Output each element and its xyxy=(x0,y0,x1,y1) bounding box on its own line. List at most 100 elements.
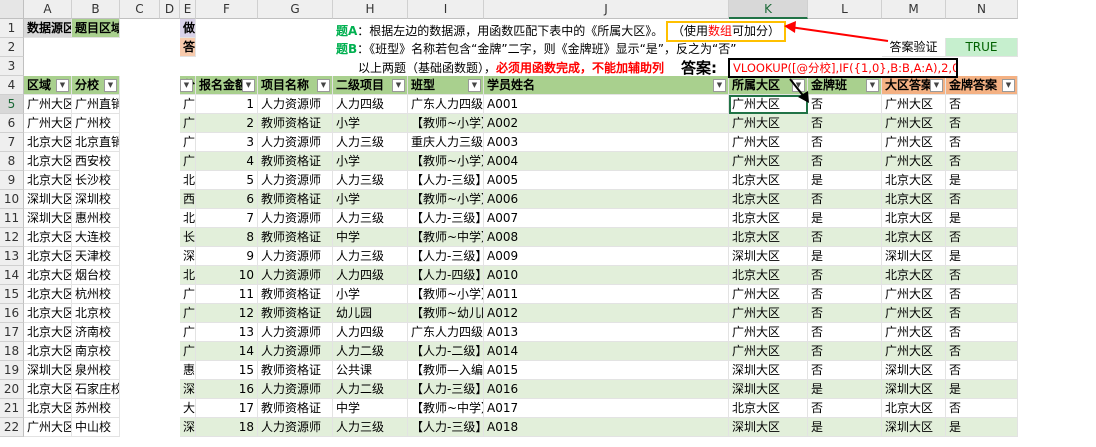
table-cell[interactable]: 广州大区 xyxy=(882,342,946,361)
left-cell[interactable]: 长沙校 xyxy=(72,171,120,190)
row-header-15[interactable]: 15 xyxy=(0,285,24,304)
table-cell[interactable]: 北京直销 xyxy=(180,209,196,228)
table-cell[interactable]: 否 xyxy=(808,133,882,152)
table-cell[interactable]: 【教师~中学】名师点睛协议班 xyxy=(408,228,484,247)
table-cell[interactable]: 广州大区 xyxy=(882,152,946,171)
left-cell[interactable]: 北京大区 xyxy=(24,380,72,399)
table-cell[interactable]: A012 xyxy=(484,304,729,323)
table-cell[interactable]: A011 xyxy=(484,285,729,304)
left-cell[interactable]: 北京大区 xyxy=(24,171,72,190)
table-cell[interactable]: 人力三级 xyxy=(333,247,408,266)
table-cell[interactable]: 人力三级 xyxy=(333,209,408,228)
row-header-8[interactable]: 8 xyxy=(0,152,24,171)
column-header-I[interactable]: I xyxy=(408,0,484,19)
table-cell[interactable]: 人力三级 xyxy=(333,171,408,190)
column-header-B[interactable]: B xyxy=(72,0,120,19)
source-area-label[interactable]: 数据源区域 xyxy=(24,19,72,38)
table-cell[interactable]: 否 xyxy=(946,304,1018,323)
left-cell[interactable]: 北京大区 xyxy=(24,266,72,285)
table-cell[interactable]: 深圳大区 xyxy=(882,247,946,266)
table-cell[interactable]: 北京大区 xyxy=(729,171,808,190)
table-cell[interactable]: 15 xyxy=(196,361,258,380)
table-cell[interactable]: 小学 xyxy=(333,114,408,133)
table-cell[interactable]: 广州大区 xyxy=(882,323,946,342)
table-cell[interactable]: 北京大区 xyxy=(882,209,946,228)
table-cell[interactable]: 人力资源师 xyxy=(258,95,333,114)
table-cell[interactable]: 人力资源师 xyxy=(258,247,333,266)
left-cell[interactable]: 广州直销 xyxy=(72,95,120,114)
table-cell[interactable]: 广州直销 xyxy=(180,152,196,171)
table-cell[interactable]: 否 xyxy=(808,342,882,361)
table-cell[interactable]: 7 xyxy=(196,209,258,228)
column-header-L[interactable]: L xyxy=(808,0,882,19)
table-cell[interactable]: 人力资源师 xyxy=(258,171,333,190)
table-cell[interactable]: 11 xyxy=(196,285,258,304)
table-cell[interactable]: 5 xyxy=(196,171,258,190)
main-header-4[interactable]: 班型 ▼ xyxy=(408,76,484,95)
table-cell[interactable]: 【教师~小学】名师点睛协议班 xyxy=(408,152,484,171)
main-header-7[interactable]: 金牌班 ▼ xyxy=(808,76,882,95)
row-header-16[interactable]: 16 xyxy=(0,304,24,323)
table-cell[interactable]: 18 xyxy=(196,418,258,437)
left-cell[interactable]: 西安校 xyxy=(72,152,120,171)
table-cell[interactable]: 【教师~小学】内部协议班 xyxy=(408,285,484,304)
table-cell[interactable]: 小学 xyxy=(333,285,408,304)
left-cell[interactable]: 惠州校 xyxy=(72,209,120,228)
left-cell[interactable]: 北京大区 xyxy=(24,152,72,171)
left-cell[interactable]: 北京大区 xyxy=(24,285,72,304)
table-cell[interactable]: 1 xyxy=(196,95,258,114)
table-cell[interactable]: 北京大区 xyxy=(729,399,808,418)
row-header-4[interactable]: 4 xyxy=(0,76,24,95)
table-cell[interactable]: 广州直销 xyxy=(180,323,196,342)
column-header-E[interactable]: E xyxy=(180,0,196,19)
table-cell[interactable]: 深圳大区 xyxy=(729,361,808,380)
left-cell[interactable]: 大连校 xyxy=(72,228,120,247)
left-header-0[interactable]: 区域 ▼ xyxy=(24,76,72,95)
table-cell[interactable]: 【人力-三级】金牌取证班（16051） xyxy=(408,418,484,437)
left-cell[interactable]: 天津校 xyxy=(72,247,120,266)
table-cell[interactable]: A016 xyxy=(484,380,729,399)
table-cell[interactable]: 是 xyxy=(808,171,882,190)
table-cell[interactable]: 否 xyxy=(808,95,882,114)
left-cell[interactable]: 泉州校 xyxy=(72,361,120,380)
table-cell[interactable]: 大连校 xyxy=(180,399,196,418)
column-header-J[interactable]: J xyxy=(484,0,729,19)
table-cell[interactable]: 广州大区 xyxy=(729,133,808,152)
table-cell[interactable]: 否 xyxy=(808,114,882,133)
table-cell[interactable]: 重庆人力三级理论 xyxy=(408,133,484,152)
table-cell[interactable]: 深圳大区 xyxy=(882,380,946,399)
table-cell[interactable]: 【人力-四级】VIP签约双证班（16051） xyxy=(408,266,484,285)
table-cell[interactable]: 是 xyxy=(808,247,882,266)
table-cell[interactable]: 是 xyxy=(946,209,1018,228)
row-header-18[interactable]: 18 xyxy=(0,342,24,361)
table-cell[interactable]: 广州大区 xyxy=(882,95,946,114)
table-cell[interactable]: 深圳校 xyxy=(180,247,196,266)
filter-dropdown-icon[interactable]: ▼ xyxy=(866,79,879,92)
table-cell[interactable]: 广东人力四级正考 xyxy=(408,323,484,342)
table-cell[interactable]: 教师资格证 xyxy=(258,228,333,247)
table-cell[interactable]: 人力资源师 xyxy=(258,266,333,285)
table-cell[interactable]: 中学 xyxy=(333,228,408,247)
table-cell[interactable]: 中学 xyxy=(333,399,408,418)
left-cell[interactable]: 广州校 xyxy=(72,114,120,133)
answer-example-label[interactable]: 答案示例 xyxy=(180,38,196,57)
table-cell[interactable]: 深圳校 xyxy=(180,418,196,437)
table-cell[interactable]: A006 xyxy=(484,190,729,209)
table-cell[interactable]: 北京大区 xyxy=(882,171,946,190)
filter-dropdown-icon[interactable]: ▼ xyxy=(713,79,726,92)
column-header-K[interactable]: K xyxy=(729,0,808,19)
table-cell[interactable]: 否 xyxy=(946,152,1018,171)
main-header-2[interactable]: 项目名称 ▼ xyxy=(258,76,333,95)
table-cell[interactable]: 幼儿园 xyxy=(333,304,408,323)
table-cell[interactable]: 深圳大区 xyxy=(729,418,808,437)
column-header-D[interactable]: D xyxy=(160,0,180,19)
table-cell[interactable]: 是 xyxy=(808,209,882,228)
filter-dropdown-icon[interactable]: ▼ xyxy=(242,79,255,92)
filter-dropdown-icon[interactable]: ▼ xyxy=(180,79,193,92)
filter-dropdown-icon[interactable]: ▼ xyxy=(792,79,805,92)
table-cell[interactable]: 否 xyxy=(808,190,882,209)
table-cell[interactable]: 是 xyxy=(946,418,1018,437)
table-cell[interactable]: A017 xyxy=(484,399,729,418)
table-cell[interactable]: 北京大区 xyxy=(882,266,946,285)
question-area-label[interactable]: 题目区域 xyxy=(72,19,120,38)
